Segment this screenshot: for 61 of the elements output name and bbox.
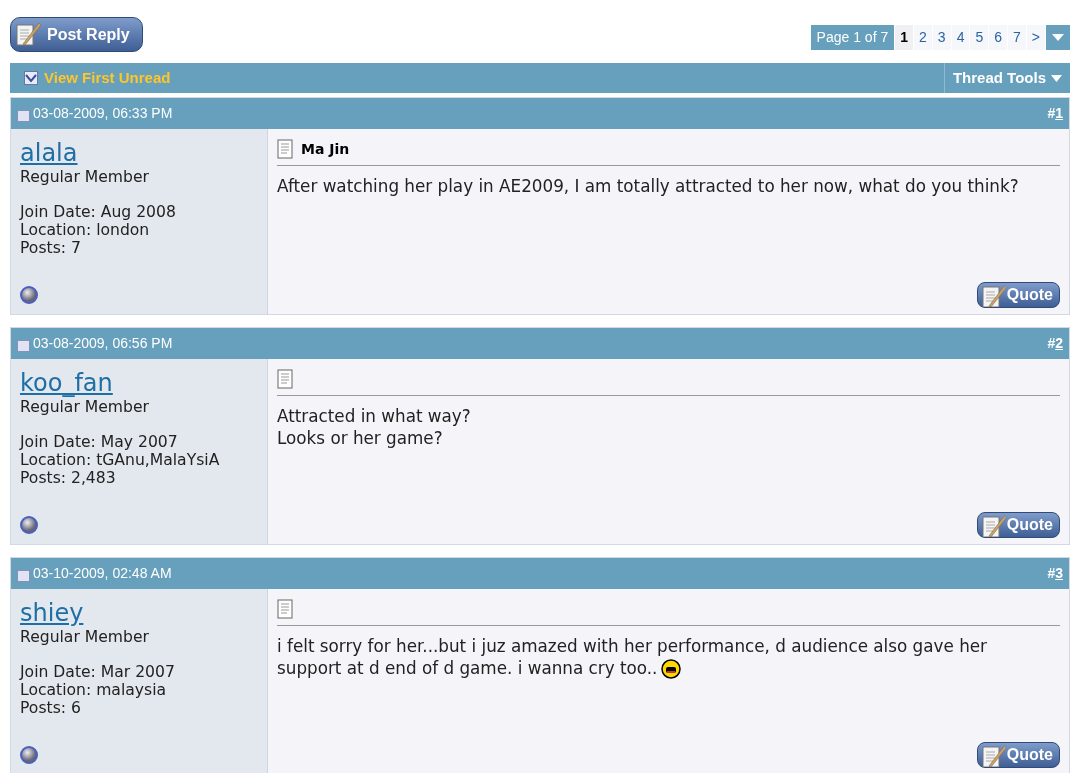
thread-tools-button[interactable]: Thread Tools [943, 63, 1070, 93]
user-detail: Join Date: Mar 2007 [20, 663, 176, 681]
user-rank: Regular Member [20, 168, 150, 186]
user-rank: Regular Member [20, 628, 150, 646]
post-number-sign: # [1047, 564, 1056, 583]
post-date: 03-10-2009, 02:48 AM [33, 564, 172, 583]
page-link[interactable]: 7 [1008, 25, 1026, 50]
status-orb-icon [20, 746, 38, 764]
post-status-icon [17, 569, 30, 582]
checkbox-arrow-icon [24, 71, 38, 85]
user-detail: Posts: 2,483 [20, 469, 117, 487]
quote-button[interactable]: Quote [976, 742, 1060, 768]
document-quill-icon [980, 743, 1005, 767]
page-count: Page 1 of 7 [810, 25, 895, 50]
post-title: Ma Jin [301, 139, 350, 159]
post-message: support at d end of d game. i wanna cry too.. [277, 658, 658, 678]
post-message: Attracted in what way? [277, 405, 472, 427]
user-detail: Posts: 6 [20, 699, 82, 717]
quote-button[interactable]: Quote [976, 282, 1060, 308]
document-icon [277, 599, 293, 619]
post-message: i felt sorry for her...but i juz amazed with her performance, d audience also gave her [277, 635, 988, 657]
post-date: 03-08-2009, 06:56 PM [33, 334, 173, 353]
username-link[interactable]: shiey [20, 599, 84, 627]
page-link[interactable]: 6 [989, 25, 1007, 50]
document-icon [277, 369, 293, 389]
page-link[interactable]: 4 [951, 25, 970, 50]
user-detail: Join Date: May 2007 [20, 433, 179, 451]
user-detail: Location: malaysia [20, 681, 168, 699]
document-quill-icon [980, 283, 1005, 307]
username-link[interactable]: koo_fan [20, 369, 113, 397]
next-page-link[interactable]: > [1026, 25, 1045, 50]
user-detail: Location: london [20, 221, 151, 239]
user-detail: Join Date: Aug 2008 [20, 203, 177, 221]
post-status-icon [17, 109, 30, 122]
caret-icon [1051, 74, 1062, 82]
page-link[interactable]: 5 [970, 25, 989, 50]
document-quill-icon [980, 513, 1005, 537]
post-number-sign: # [1047, 334, 1056, 353]
post-number-sign: # [1047, 104, 1056, 123]
page-link[interactable]: 1 [895, 25, 914, 50]
post-status-icon [17, 339, 30, 352]
status-orb-icon [20, 286, 38, 304]
document-icon [277, 139, 293, 159]
document-quill-icon [15, 20, 43, 49]
post-number-link[interactable]: 1 [1055, 103, 1063, 124]
caret-icon [1052, 34, 1064, 41]
post-reply-button[interactable]: Post Reply [10, 17, 143, 52]
user-detail: Posts: 7 [20, 239, 82, 257]
user-rank: Regular Member [20, 398, 150, 416]
user-detail: Location: tGAnu,MalaYsiA [20, 451, 221, 469]
post-number-link[interactable]: 2 [1055, 333, 1063, 354]
post-message: After watching her play in AE2009, I am totally attracted to her now, what do you think? [277, 175, 1020, 197]
status-orb-icon [20, 516, 38, 534]
pager-dropdown-button[interactable] [1046, 25, 1070, 50]
page-link[interactable]: 2 [914, 25, 932, 50]
username-link[interactable]: alala [20, 139, 78, 167]
quote-button[interactable]: Quote [976, 512, 1060, 538]
post-message: Looks or her game? [277, 427, 444, 449]
page-link[interactable]: 3 [932, 25, 951, 50]
post-date: 03-08-2009, 06:33 PM [33, 104, 173, 123]
post-number-link[interactable]: 3 [1055, 563, 1063, 584]
